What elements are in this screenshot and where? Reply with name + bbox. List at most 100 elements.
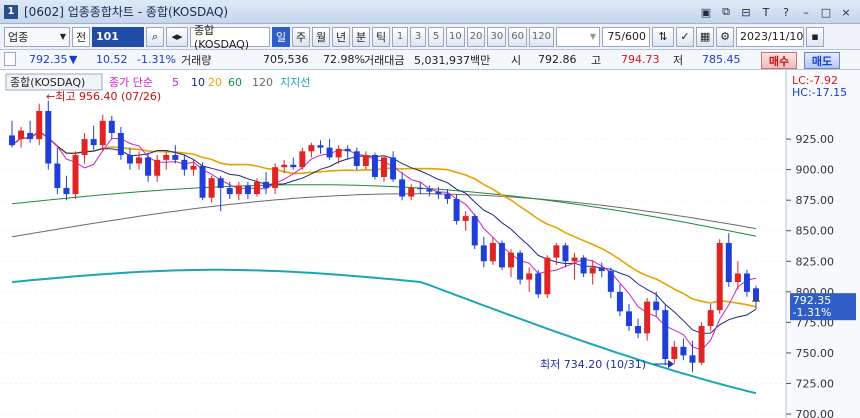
candle-body bbox=[644, 301, 651, 334]
market-select[interactable]: 업종 ▼ bbox=[4, 26, 70, 47]
index-name-field: 종합(KOSDAQ) bbox=[190, 24, 270, 51]
window-minimize-icon[interactable]: – bbox=[798, 4, 814, 20]
candle-body bbox=[408, 187, 415, 197]
candle-body bbox=[27, 132, 34, 140]
candle-body bbox=[154, 159, 161, 176]
date-field[interactable]: 2023/11/10 bbox=[736, 26, 805, 47]
candle-body bbox=[707, 310, 714, 327]
period-day-button[interactable]: 일 bbox=[272, 26, 290, 47]
candle-body bbox=[18, 130, 25, 140]
sell-button[interactable]: 매도 bbox=[804, 52, 840, 69]
window-help-icon[interactable]: ? bbox=[778, 4, 794, 20]
period-week-button[interactable]: 주 bbox=[292, 26, 310, 47]
candle-body bbox=[526, 273, 533, 280]
y-tick-label: 725.00 bbox=[796, 377, 835, 390]
all-checkbox-label[interactable]: 전 bbox=[72, 26, 90, 47]
candle-body bbox=[607, 271, 614, 292]
candle-body bbox=[81, 139, 88, 155]
period-minute-button[interactable]: 분 bbox=[352, 26, 370, 47]
chart-settings-icon[interactable]: ⇅ bbox=[652, 26, 675, 47]
amount-value: 5,031,937백만 bbox=[414, 53, 491, 67]
period-tick-button[interactable]: 틱 bbox=[372, 26, 390, 47]
window-controls: ▣ ⧉ ⊟ T ? – □ × bbox=[698, 4, 854, 20]
candle bbox=[698, 322, 705, 366]
candle-body bbox=[299, 151, 306, 168]
window-link-icon[interactable]: ▣ bbox=[698, 4, 714, 20]
candlestick-chart[interactable]: 925.00900.00875.00850.00825.00800.00775.… bbox=[0, 70, 860, 418]
candle-body bbox=[353, 151, 360, 166]
interval-3-button[interactable]: 3 bbox=[410, 26, 426, 47]
chart-area[interactable]: 925.00 900.00 875.00 850.00 825.00 800.00 775.… bbox=[0, 70, 860, 418]
candle bbox=[45, 100, 52, 170]
candle bbox=[544, 255, 551, 298]
candle-body bbox=[117, 132, 124, 155]
change-value: 10.52 bbox=[96, 53, 128, 66]
open-label: 시 bbox=[511, 53, 522, 67]
interval-10-button[interactable]: 10 bbox=[446, 26, 465, 47]
candle-body bbox=[317, 145, 324, 148]
candle-body bbox=[99, 120, 106, 146]
window-number-badge: 1 bbox=[4, 4, 18, 19]
candle-body bbox=[598, 267, 605, 272]
candle-body bbox=[281, 164, 288, 168]
window-copy-icon[interactable]: ⧉ bbox=[718, 4, 734, 20]
period-year-button[interactable]: 년 bbox=[332, 26, 350, 47]
low-label: 저 bbox=[673, 53, 684, 67]
candle-body bbox=[108, 120, 115, 133]
title-bar: 1 [0602] 업종종합차트 - 종합(KOSDAQ) ▣ ⧉ ⊟ T ? –… bbox=[0, 0, 860, 24]
y-tick-label: 850.00 bbox=[796, 225, 835, 238]
open-value: 792.86 bbox=[538, 53, 577, 66]
candle bbox=[716, 239, 723, 314]
candle bbox=[517, 250, 524, 285]
candle-body bbox=[553, 245, 560, 258]
calendar-icon[interactable]: ▪ bbox=[806, 26, 825, 47]
period-month-button[interactable]: 월 bbox=[312, 26, 330, 47]
candle-body bbox=[72, 154, 79, 195]
candle-body bbox=[272, 167, 279, 188]
y-tick-label: 750.00 bbox=[796, 347, 835, 360]
code-input[interactable]: 101 bbox=[92, 26, 144, 47]
candle-body bbox=[625, 311, 632, 327]
interval-120-button[interactable]: 120 bbox=[528, 26, 555, 47]
candle bbox=[662, 304, 669, 366]
candle-body bbox=[508, 252, 515, 268]
speaker-icon[interactable]: ◂▸ bbox=[166, 26, 188, 47]
window-close-icon[interactable]: × bbox=[838, 4, 854, 20]
custom-interval-select[interactable]: ▼ bbox=[556, 26, 601, 47]
buy-button[interactable]: 매수 bbox=[761, 52, 797, 69]
candle-body bbox=[616, 291, 623, 312]
toolbar: 업종 ▼ 전 101 ⌕ ◂▸ 종합(KOSDAQ) 일 주 월 년 분 틱 1… bbox=[0, 24, 860, 51]
window-maximize-icon[interactable]: □ bbox=[818, 4, 834, 20]
candle-body bbox=[571, 257, 578, 262]
save-icon[interactable]: ▦ bbox=[696, 26, 715, 47]
interval-5-button[interactable]: 5 bbox=[428, 26, 444, 47]
candle-body bbox=[517, 252, 524, 280]
candle-body bbox=[653, 301, 660, 311]
candle-body bbox=[462, 216, 469, 221]
change-down-icon: ▼ bbox=[69, 53, 78, 66]
interval-20-button[interactable]: 20 bbox=[466, 26, 486, 47]
candle-body bbox=[181, 159, 188, 170]
gear-icon[interactable]: ⚙ bbox=[716, 26, 735, 47]
interval-30-button[interactable]: 30 bbox=[487, 26, 507, 47]
candle-body bbox=[399, 179, 406, 197]
interval-60-button[interactable]: 60 bbox=[508, 26, 527, 47]
window-font-icon[interactable]: T bbox=[758, 4, 774, 20]
candle-body bbox=[435, 191, 442, 195]
candle-body bbox=[471, 216, 478, 246]
change-percent: -1.31% bbox=[137, 53, 176, 66]
count-field[interactable]: 75/600 bbox=[602, 26, 651, 47]
high-annotation: ←최고 956.40 (07/26) bbox=[46, 90, 161, 103]
candle-body bbox=[725, 242, 732, 283]
candle-body bbox=[217, 178, 224, 188]
compare-icon[interactable]: ✓ bbox=[676, 26, 695, 47]
search-icon[interactable]: ⌕ bbox=[146, 26, 164, 47]
y-tick-label: 700.00 bbox=[796, 408, 835, 418]
y-tick-label: 825.00 bbox=[796, 255, 835, 268]
high-label: 고 bbox=[591, 53, 602, 67]
interval-1-button[interactable]: 1 bbox=[392, 26, 408, 47]
candle-body bbox=[426, 189, 433, 192]
quote-checkbox[interactable] bbox=[4, 52, 16, 66]
candle-body bbox=[480, 245, 487, 262]
window-save-icon[interactable]: ⊟ bbox=[738, 4, 754, 20]
